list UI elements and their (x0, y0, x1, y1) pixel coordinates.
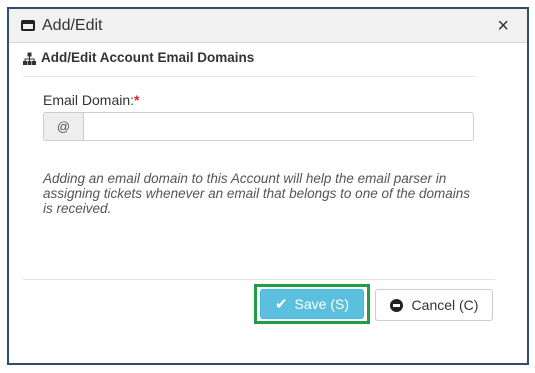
save-button[interactable]: ✔ Save (S) (260, 289, 364, 319)
at-sign-addon: @ (43, 112, 83, 141)
minus-circle-icon (389, 298, 403, 312)
sitemap-icon (23, 52, 36, 65)
cancel-button-label: Cancel (C) (411, 297, 479, 313)
section-title: Add/Edit Account Email Domains (41, 50, 255, 65)
required-marker: * (134, 92, 140, 108)
email-domain-input[interactable] (83, 112, 474, 141)
email-domain-input-group: @ (43, 112, 474, 141)
section-header: Add/Edit Account Email Domains (23, 50, 475, 77)
help-text: Adding an email domain to this Account w… (43, 171, 471, 216)
email-domain-label: Email Domain:* (43, 92, 139, 108)
dialog-titlebar: Add/Edit × (9, 9, 527, 43)
save-button-label: Save (S) (294, 296, 350, 312)
cancel-button[interactable]: Cancel (C) (375, 289, 493, 321)
footer-divider (23, 279, 495, 280)
window-icon (21, 20, 35, 31)
dialog-title: Add/Edit (42, 16, 103, 34)
close-icon[interactable]: × (497, 16, 509, 36)
email-domain-label-text: Email Domain: (43, 92, 135, 108)
check-icon: ✔ (274, 296, 288, 313)
